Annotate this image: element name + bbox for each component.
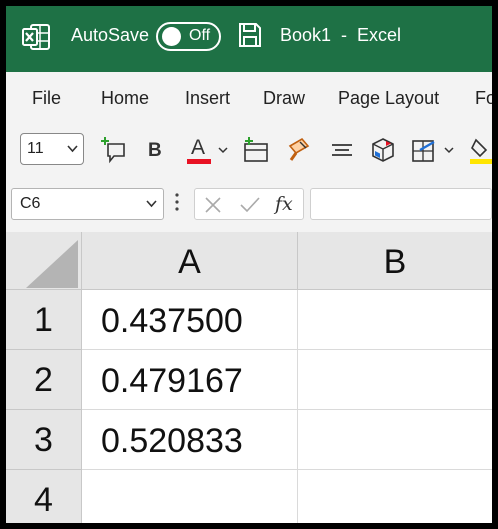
checkmark-icon[interactable] [239, 196, 261, 214]
menu-bar: File Home Insert Draw Page Layout Fo [6, 72, 492, 124]
insert-cells-icon[interactable] [242, 136, 270, 164]
chevron-down-icon [444, 147, 454, 154]
insert-comment-icon[interactable] [100, 136, 126, 164]
row-header-3[interactable]: 3 [6, 410, 82, 470]
borders-icon [412, 140, 435, 162]
font-color-button[interactable]: A [186, 136, 232, 164]
cell-a2[interactable]: 0.479167 [82, 350, 298, 410]
row-header-4[interactable]: 4 [6, 470, 82, 523]
formula-input[interactable] [310, 188, 492, 220]
menu-insert[interactable]: Insert [185, 88, 230, 109]
menu-home[interactable]: Home [101, 88, 149, 109]
select-all-triangle-icon [26, 240, 78, 288]
chevron-down-icon [146, 200, 157, 208]
name-box-value: C6 [20, 195, 41, 212]
save-icon[interactable] [238, 22, 262, 48]
ribbon-toolbar: 11 B A [6, 124, 492, 180]
font-color-icon: A [191, 136, 206, 159]
menu-page-layout[interactable]: Page Layout [338, 88, 439, 109]
select-all-corner[interactable] [6, 232, 82, 290]
cell-b2[interactable] [298, 350, 492, 410]
3d-models-icon[interactable] [369, 136, 397, 164]
align-center-icon[interactable] [330, 136, 354, 164]
cell-a1[interactable]: 0.437500 [82, 290, 298, 350]
document-title: Book1 - Excel [280, 25, 402, 45]
excel-logo-icon[interactable] [22, 24, 50, 50]
worksheet-grid: A B 1 2 3 4 0.437500 0.479167 0.520833 [6, 232, 492, 523]
font-size-value: 11 [27, 140, 44, 157]
format-painter-icon[interactable] [286, 136, 312, 164]
font-color-swatch [187, 159, 211, 164]
autosave-label: AutoSave [71, 25, 150, 45]
chevron-down-icon [218, 147, 228, 154]
fill-color-icon[interactable] [470, 136, 492, 164]
menu-file[interactable]: File [32, 88, 61, 109]
formula-buttons: fx [194, 188, 304, 220]
close-icon[interactable] [204, 196, 222, 214]
font-size-select[interactable]: 11 [20, 133, 84, 165]
cell-a3[interactable]: 0.520833 [82, 410, 298, 470]
name-box[interactable]: C6 [11, 188, 164, 220]
cell-b1[interactable] [298, 290, 492, 350]
bold-icon[interactable]: B [148, 140, 162, 168]
menu-draw[interactable]: Draw [263, 88, 305, 109]
cell-b4[interactable] [298, 470, 492, 523]
excel-window: AutoSave Off Book1 - Excel File Home Ins… [6, 6, 492, 523]
title-bar: AutoSave Off Book1 - Excel [6, 6, 492, 72]
window-frame: AutoSave Off Book1 - Excel File Home Ins… [0, 0, 498, 529]
column-header-b[interactable]: B [298, 232, 492, 290]
toggle-knob [162, 27, 181, 46]
column-header-a[interactable]: A [82, 232, 298, 290]
formula-bar: C6 fx [6, 180, 492, 232]
more-options-icon[interactable] [175, 192, 179, 212]
row-header-1[interactable]: 1 [6, 290, 82, 350]
autosave-toggle[interactable]: Off [156, 22, 221, 51]
autosave-state: Off [189, 27, 211, 44]
borders-button[interactable] [410, 136, 458, 164]
row-header-2[interactable]: 2 [6, 350, 82, 410]
chevron-down-icon [67, 145, 78, 153]
menu-formulas[interactable]: Fo [475, 88, 492, 109]
cell-b3[interactable] [298, 410, 492, 470]
function-icon[interactable]: fx [275, 193, 293, 215]
cell-a4[interactable] [82, 470, 298, 523]
